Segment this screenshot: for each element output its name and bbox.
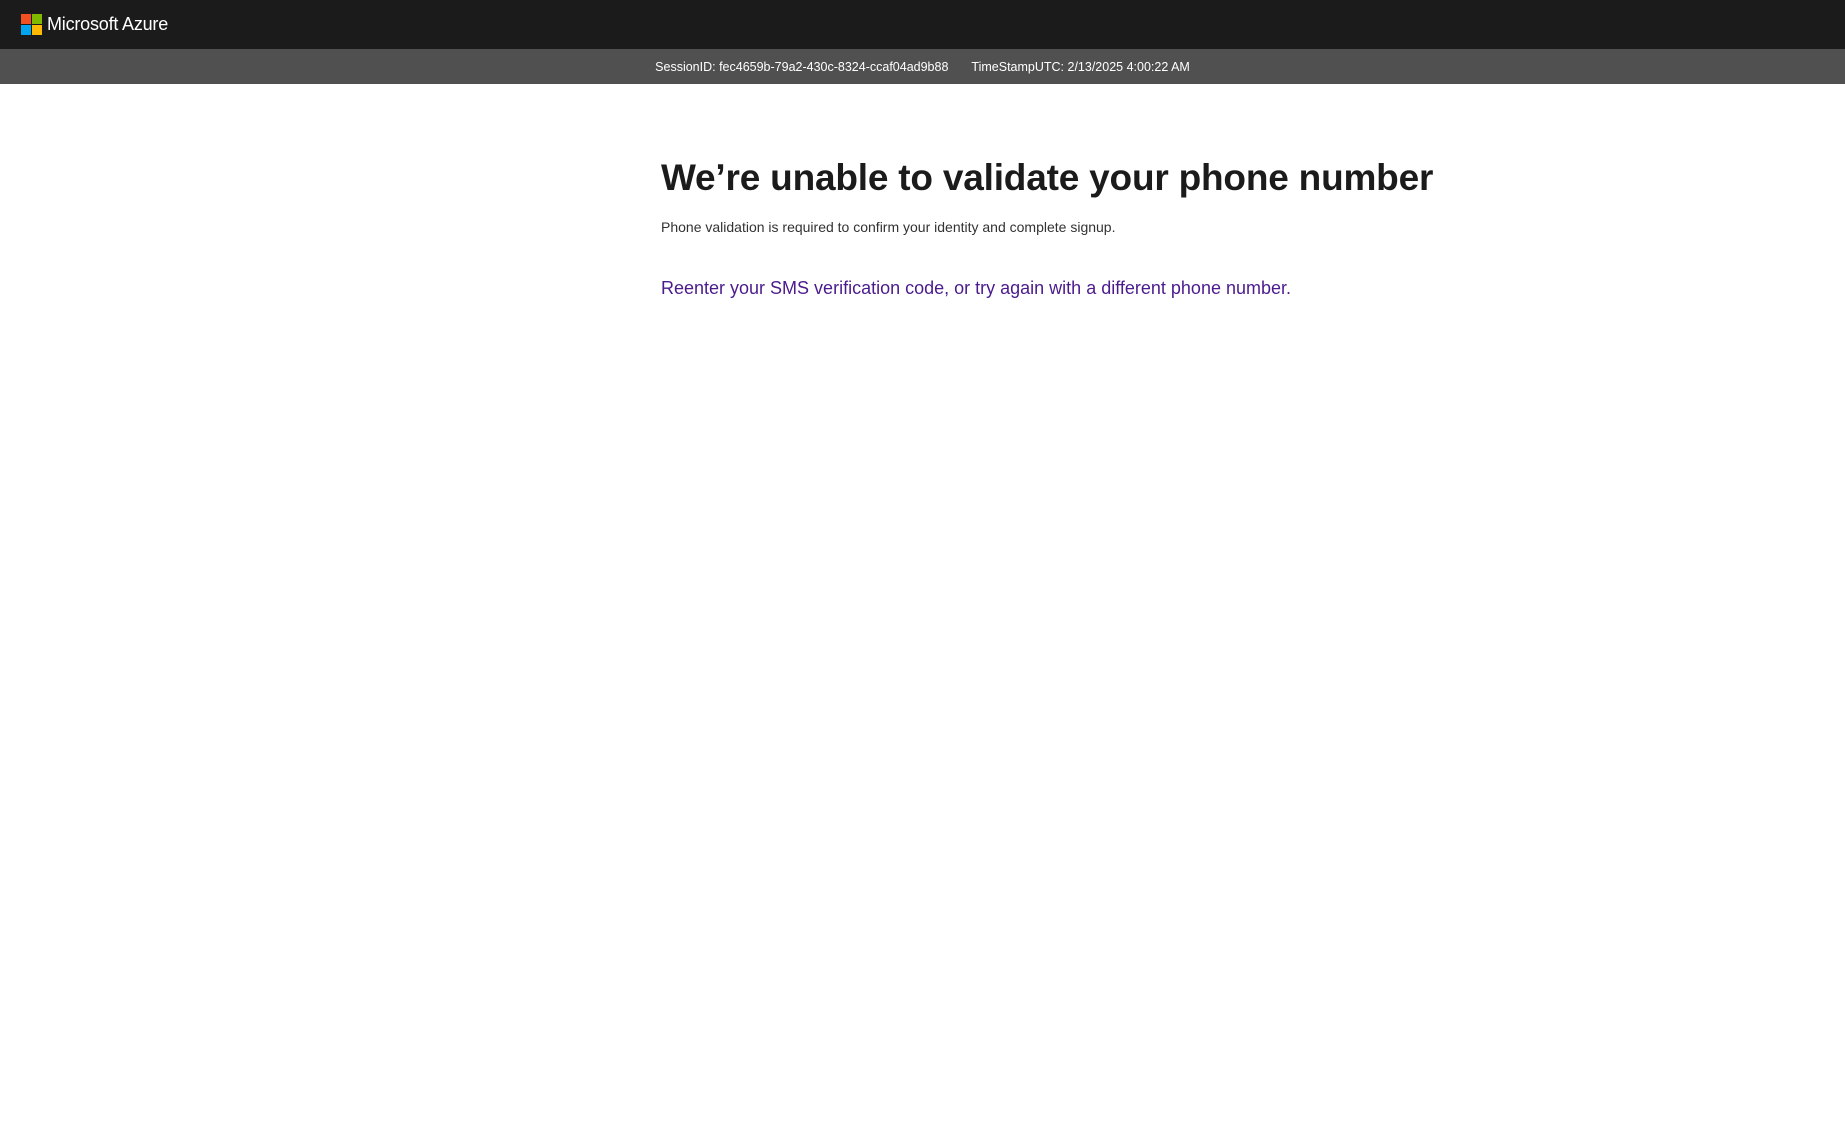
main-content: We’re unable to validate your phone numb… [661, 150, 1461, 301]
top-navigation-bar: Microsoft Azure [0, 0, 1845, 49]
microsoft-logo-icon [21, 14, 42, 35]
page-title: We’re unable to validate your phone numb… [661, 157, 1434, 198]
microsoft-azure-logo[interactable]: Microsoft Azure [21, 14, 168, 35]
timestamp-utc: TimeStampUTC: 2/13/2025 4:00:22 AM [971, 59, 1190, 74]
retry-verification-link[interactable]: Reenter your SMS verification code, or t… [661, 275, 1291, 301]
session-info-bar: SessionID: fec4659b-79a2-430c-8324-ccaf0… [0, 49, 1845, 84]
brand-name: Microsoft Azure [47, 14, 169, 34]
page-description: Phone validation is required to confirm … [661, 219, 1116, 235]
session-id: SessionID: fec4659b-79a2-430c-8324-ccaf0… [655, 59, 949, 74]
